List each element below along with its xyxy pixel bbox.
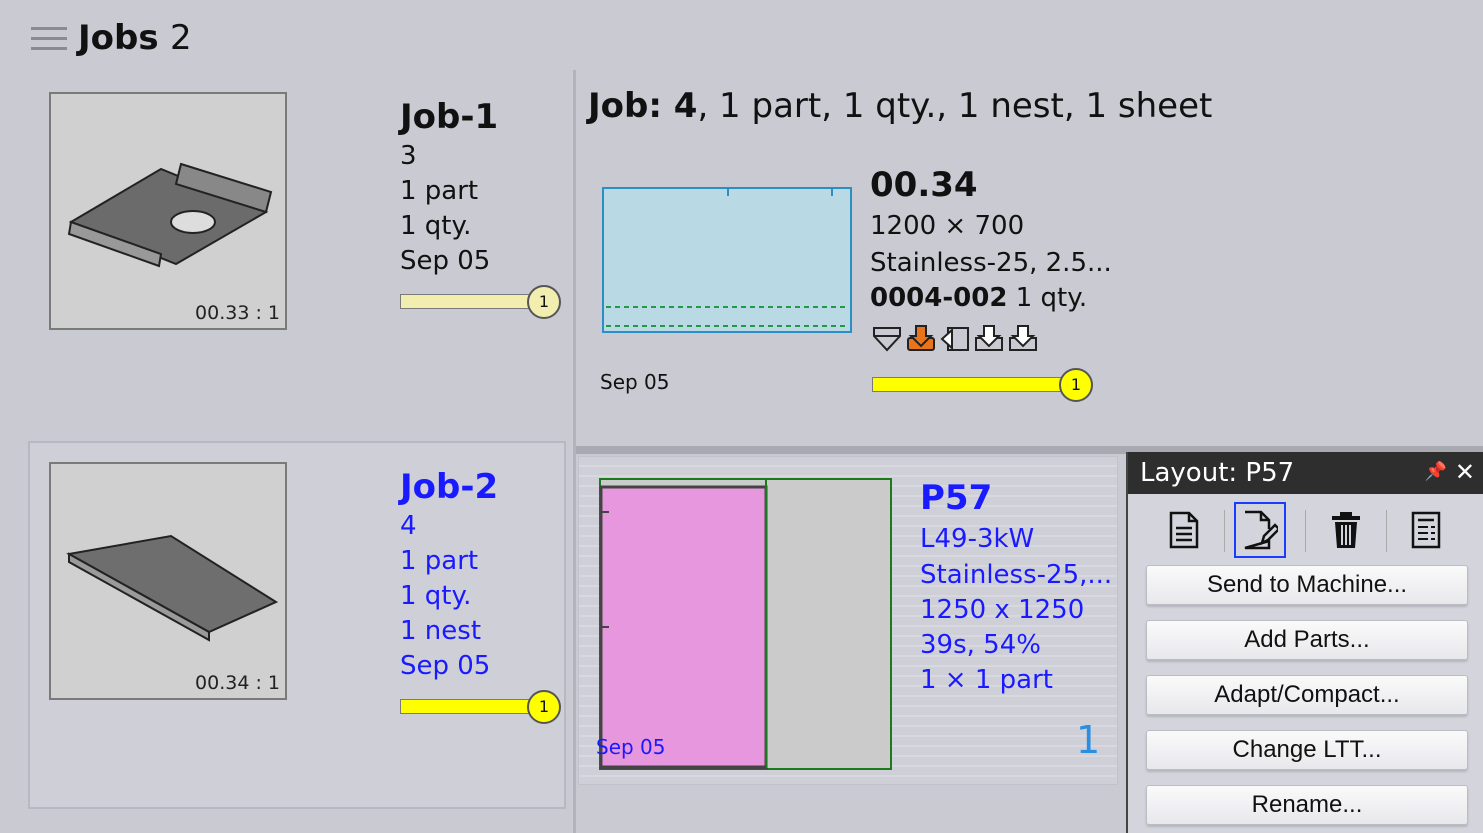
layout-parts: 1 × 1 part (920, 665, 1053, 695)
layout-count: 1 (1076, 718, 1101, 762)
job-title: Job-2 (400, 467, 499, 507)
funnel-icon[interactable] (872, 324, 902, 354)
job-count: 2 (170, 18, 192, 58)
job-date: Sep 05 (400, 246, 491, 276)
job-2-progress-badge: 1 (527, 690, 561, 724)
trash-icon[interactable] (1320, 502, 1372, 558)
pin-icon[interactable]: 📌 (1425, 461, 1447, 482)
sheet-markings (606, 189, 848, 327)
layout-preview[interactable] (599, 478, 892, 770)
job-number: 3 (400, 141, 417, 171)
hamburger-menu-icon[interactable] (31, 25, 69, 55)
toolbar-separator (1386, 510, 1387, 552)
toolbar-separator (1224, 510, 1225, 552)
layout-machine: L49-3kW (920, 524, 1035, 554)
part-3d-icon (66, 534, 279, 642)
tray-down-icon[interactable] (974, 324, 1004, 354)
job-parts: 1 part (400, 546, 479, 576)
job-2-info[interactable]: Job-2 4 1 part 1 qty. 1 nest Sep 05 (400, 465, 498, 684)
job-detail-heading: Job: 4, 1 part, 1 qty., 1 nest, 1 sheet (588, 86, 1212, 126)
job-title: Job-1 (400, 97, 499, 137)
layout-sheet-drawing (599, 478, 892, 770)
layout-name: P57 (920, 478, 993, 518)
send-to-machine-button[interactable]: Send to Machine... (1146, 565, 1468, 605)
job-qty: 1 qty. (400, 211, 472, 241)
adapt-compact-button[interactable]: Adapt/Compact... (1146, 675, 1468, 715)
part-3d-icon (67, 162, 273, 268)
job-detail-heading-summary: , 1 part, 1 qty., 1 nest, 1 sheet (697, 86, 1213, 126)
rename-button[interactable]: Rename... (1146, 785, 1468, 825)
sheet-date: Sep 05 (600, 370, 670, 394)
job-1-progress-badge: 1 (527, 285, 561, 319)
job-date: Sep 05 (400, 651, 491, 681)
operation-icons (872, 324, 1038, 354)
panel-title: Layout: P57 (1140, 458, 1294, 488)
job-2-progress-bar (400, 699, 530, 714)
part-line: 0004-002 1 qty. (870, 283, 1087, 313)
layout-material: Stainless-25,... (920, 560, 1113, 590)
report-icon[interactable] (1400, 502, 1452, 558)
sheet-preview[interactable] (602, 187, 852, 333)
layout-date: Sep 05 (596, 735, 666, 759)
job-parts: 1 part (400, 176, 479, 206)
nest-progress-badge: 1 (1059, 368, 1093, 402)
page-title: Jobs (78, 18, 159, 58)
close-icon[interactable]: ✕ (1455, 458, 1475, 486)
toolbar-separator (1305, 510, 1306, 552)
job-qty: 1 qty. (400, 581, 472, 611)
panel-header: Layout: P57 📌 ✕ (1128, 452, 1483, 494)
part-qty: 1 qty. (1015, 283, 1088, 313)
document-icon[interactable] (1158, 502, 1210, 558)
job-1-progress-bar (400, 294, 530, 309)
nest-name: 00.34 (870, 165, 978, 205)
side-unload-icon[interactable] (940, 324, 970, 354)
add-parts-button[interactable]: Add Parts... (1146, 620, 1468, 660)
change-ltt-button[interactable]: Change LTT... (1146, 730, 1468, 770)
unload-arrow-icon[interactable] (906, 324, 936, 354)
layout-size: 1250 x 1250 (920, 595, 1085, 625)
job-detail-heading-bold: Job: 4 (588, 86, 698, 126)
thumbnail-label: 00.34 : 1 (195, 672, 280, 694)
layout-time-utilization: 39s, 54% (920, 630, 1041, 660)
job-number: 4 (400, 511, 417, 541)
job-nests: 1 nest (400, 616, 482, 646)
nest-progress-bar (872, 377, 1064, 392)
thumbnail-label: 00.33 : 1 (195, 302, 280, 324)
layout-panel: Layout: P57 📌 ✕ Send to Machine... Add P… (1126, 452, 1483, 833)
job-1-thumbnail[interactable]: 00.33 : 1 (49, 92, 287, 330)
edit-document-icon[interactable] (1234, 502, 1286, 558)
job-1-info[interactable]: Job-1 3 1 part 1 qty. Sep 05 (400, 95, 498, 279)
job-2-thumbnail[interactable]: 00.34 : 1 (49, 462, 287, 700)
part-id: 0004-002 (870, 283, 1008, 313)
tray-down-icon[interactable] (1008, 324, 1038, 354)
panel-title-name: P57 (1245, 458, 1295, 488)
sheet-material: Stainless-25, 2.5... (870, 248, 1112, 278)
panel-title-prefix: Layout: (1140, 458, 1238, 488)
sheet-size: 1200 × 700 (870, 211, 1025, 241)
